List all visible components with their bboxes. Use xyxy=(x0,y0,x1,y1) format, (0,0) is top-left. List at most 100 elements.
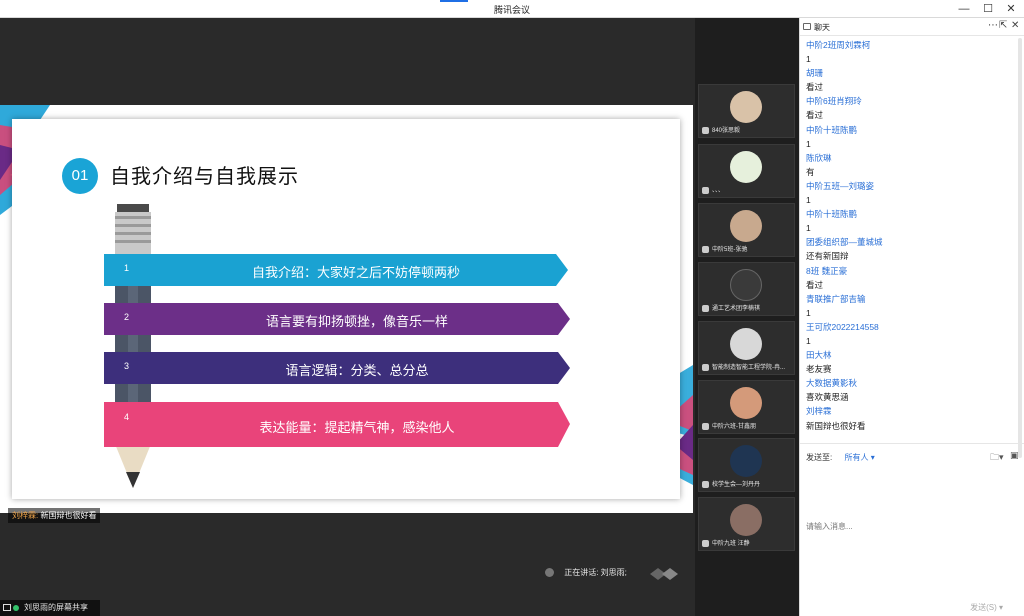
chat-message: 大数据黄影秋 喜欢黄思涵 xyxy=(806,376,1016,404)
share-label-text: 刘思雨的屏幕共享 xyxy=(24,603,88,612)
send-button[interactable]: 发送(S) ▾ xyxy=(970,602,1003,613)
participants-strip: 840张思毅 、、、 中阶5班-张驰 通工艺术团李楠祺 智能制造智能工程学院-冉… xyxy=(695,18,799,616)
chat-sender[interactable]: 中阶6班肖翔玲 xyxy=(806,94,1016,108)
chat-sender[interactable]: 中阶2班周刘霖柯 xyxy=(806,38,1016,52)
section-number: 01 xyxy=(62,158,98,194)
participant-tile[interactable]: 中阶5班-张驰 xyxy=(698,203,795,257)
chat-sender[interactable]: 团委组织部—董城城 xyxy=(806,235,1016,249)
chat-sender[interactable]: 中阶十班陈鹏 xyxy=(806,207,1016,221)
participant-tile[interactable]: 智能制造智能工程学院-冉... xyxy=(698,321,795,375)
chat-text: 1 xyxy=(806,54,811,65)
list-item-4: 4 表达能量：提起精气神，感染他人 xyxy=(104,402,570,447)
chat-sender[interactable]: 8班 魏正豪 xyxy=(806,264,1016,278)
pencil-illustration xyxy=(115,204,151,488)
chat-message: 中阶十班陈鹏 1 xyxy=(806,207,1016,235)
chat-message: 中阶2班周刘霖柯 1 xyxy=(806,38,1016,66)
chat-icon xyxy=(803,23,811,30)
chat-scrollbar[interactable] xyxy=(1018,38,1022,458)
chat-sender[interactable]: 刘梓霖 xyxy=(806,404,1016,418)
chat-text: 看过 xyxy=(806,110,824,121)
speaking-indicator: 正在讲话: 刘思雨; xyxy=(545,567,627,578)
chat-sender[interactable]: 田大林 xyxy=(806,348,1016,362)
mic-icon xyxy=(702,304,709,312)
mic-icon xyxy=(702,245,709,253)
participant-name: 校学生会—刘丹丹 xyxy=(712,482,761,488)
participant-name: 通工艺术团李楠祺 xyxy=(712,306,761,312)
chat-sender[interactable]: 中阶十班陈鹏 xyxy=(806,123,1016,137)
chat-input[interactable] xyxy=(806,466,1016,586)
chat-text: 看过 xyxy=(806,82,824,93)
screenshot-icon[interactable]: ▣ xyxy=(1010,450,1019,461)
chat-text: 老友赛 xyxy=(806,364,832,375)
avatar xyxy=(730,210,762,242)
participant-name: 中阶九班 汪静 xyxy=(712,541,750,547)
mic-icon xyxy=(702,480,709,488)
send-to-select[interactable]: 所有人 ▾ xyxy=(844,453,874,462)
participant-name: 840张思毅 xyxy=(712,128,741,134)
chat-sender[interactable]: 中阶五班—刘璐姿 xyxy=(806,179,1016,193)
list-item-3: 3 语言逻辑：分类、总分总 xyxy=(104,352,570,384)
mic-icon xyxy=(702,539,709,547)
chat-message: 团委组织部—董城城 还有新国辩 xyxy=(806,235,1016,263)
participant-name: 中阶5班-张驰 xyxy=(712,247,748,253)
chat-messages: 中阶2班周刘霖柯 1 胡珊 看过 中阶6班肖翔玲 看过 中阶十班陈鹏 1 陈欣琳有中阶五班—刘璐… xyxy=(806,38,1016,433)
avatar xyxy=(730,91,762,123)
mic-icon xyxy=(702,186,709,194)
avatar xyxy=(730,151,762,183)
chat-panel: 聊天 ⋯ ⇱ ✕ 中阶2班周刘霖柯 1 胡珊 看过 中阶6班肖翔玲 看过 中阶十班陈鹏 1 陈欣… xyxy=(799,18,1024,616)
maximize-icon[interactable]: ☐ xyxy=(981,2,995,16)
tab-indicator xyxy=(440,0,468,2)
chat-header: 聊天 ⋯ ⇱ ✕ xyxy=(800,18,1024,36)
window-title: 腾讯会议 xyxy=(493,5,530,15)
chat-message: 胡珊 看过 xyxy=(806,66,1016,94)
send-to-label: 发送至: xyxy=(806,453,833,462)
avatar xyxy=(730,328,762,360)
participant-tile[interactable]: 通工艺术团李楠祺 xyxy=(698,262,795,316)
participant-tile[interactable]: 中阶六班-甘鑫朋 xyxy=(698,380,795,434)
mic-icon xyxy=(702,422,709,430)
participant-tile[interactable]: 840张思毅 xyxy=(698,84,795,138)
chat-sender[interactable]: 青联推广部吉输 xyxy=(806,292,1016,306)
chat-message: 王可欣2022214558 1 xyxy=(806,320,1016,348)
chat-close-icon[interactable]: ✕ xyxy=(1011,20,1019,31)
participant-tile[interactable]: 中阶九班 汪静 xyxy=(698,497,795,551)
danmaku-user: 刘梓霖: xyxy=(12,511,39,520)
chat-message: 刘梓霖新国辩也很好看 xyxy=(806,404,1016,432)
chat-message: 8班 魏正豪 看过 xyxy=(806,264,1016,292)
avatar xyxy=(730,269,762,301)
chat-sender[interactable]: 陈欣琳 xyxy=(806,151,1016,165)
chat-compose: 发送至: 所有人 ▾ 🗀▾ ▣ 发送(S) ▾ xyxy=(800,443,1024,616)
danmaku-message: 刘梓霖: 新国辩也很好看 xyxy=(8,508,101,523)
chat-text: 1 xyxy=(806,335,811,346)
close-icon[interactable]: ✕ xyxy=(1004,2,1018,16)
chat-text: 1 xyxy=(806,223,811,234)
chat-message: 中阶五班—刘璐姿 1 xyxy=(806,179,1016,207)
list-item-1: 1 自我介绍：大家好之后不妨停顿两秒 xyxy=(104,254,568,286)
participant-tile[interactable]: 校学生会—刘丹丹 xyxy=(698,438,795,492)
file-icon[interactable]: 🗀▾ xyxy=(990,450,1004,466)
chat-text: 还有新国辩 xyxy=(806,251,849,262)
participant-name: 、、、 xyxy=(712,188,725,194)
avatar xyxy=(730,504,762,536)
danmaku-text: 新国辩也很好看 xyxy=(40,511,97,520)
chat-message: 中阶十班陈鹏 1 xyxy=(806,123,1016,151)
speaker-avatar xyxy=(545,568,554,578)
item-text: 语言逻辑：分类、总分总 xyxy=(285,363,429,378)
chat-text: 新国辩也很好看 xyxy=(806,420,866,431)
chat-text: 1 xyxy=(806,138,811,149)
item-text: 表达能量：提起精气神，感染他人 xyxy=(259,420,455,435)
popout-icon[interactable]: ⇱ xyxy=(999,20,1007,31)
screen-share-label[interactable]: 刘思雨的屏幕共享 xyxy=(0,600,100,616)
chat-sender[interactable]: 大数据黄影秋 xyxy=(806,376,1016,390)
speaking-text: 正在讲话: 刘思雨; xyxy=(564,568,627,577)
chat-text: 喜欢黄思涵 xyxy=(806,392,849,403)
minimize-icon[interactable]: — xyxy=(957,2,971,16)
chat-sender[interactable]: 胡珊 xyxy=(806,66,1016,80)
participant-tile[interactable]: 、、、 xyxy=(698,144,795,198)
mic-icon xyxy=(702,363,709,371)
send-to: 发送至: 所有人 ▾ xyxy=(806,452,875,463)
chat-sender[interactable]: 王可欣2022214558 xyxy=(806,320,1016,334)
chat-message: 陈欣琳有 xyxy=(806,151,1016,179)
chat-text: 看过 xyxy=(806,279,824,290)
more-icon[interactable]: ⋯ xyxy=(988,20,998,31)
